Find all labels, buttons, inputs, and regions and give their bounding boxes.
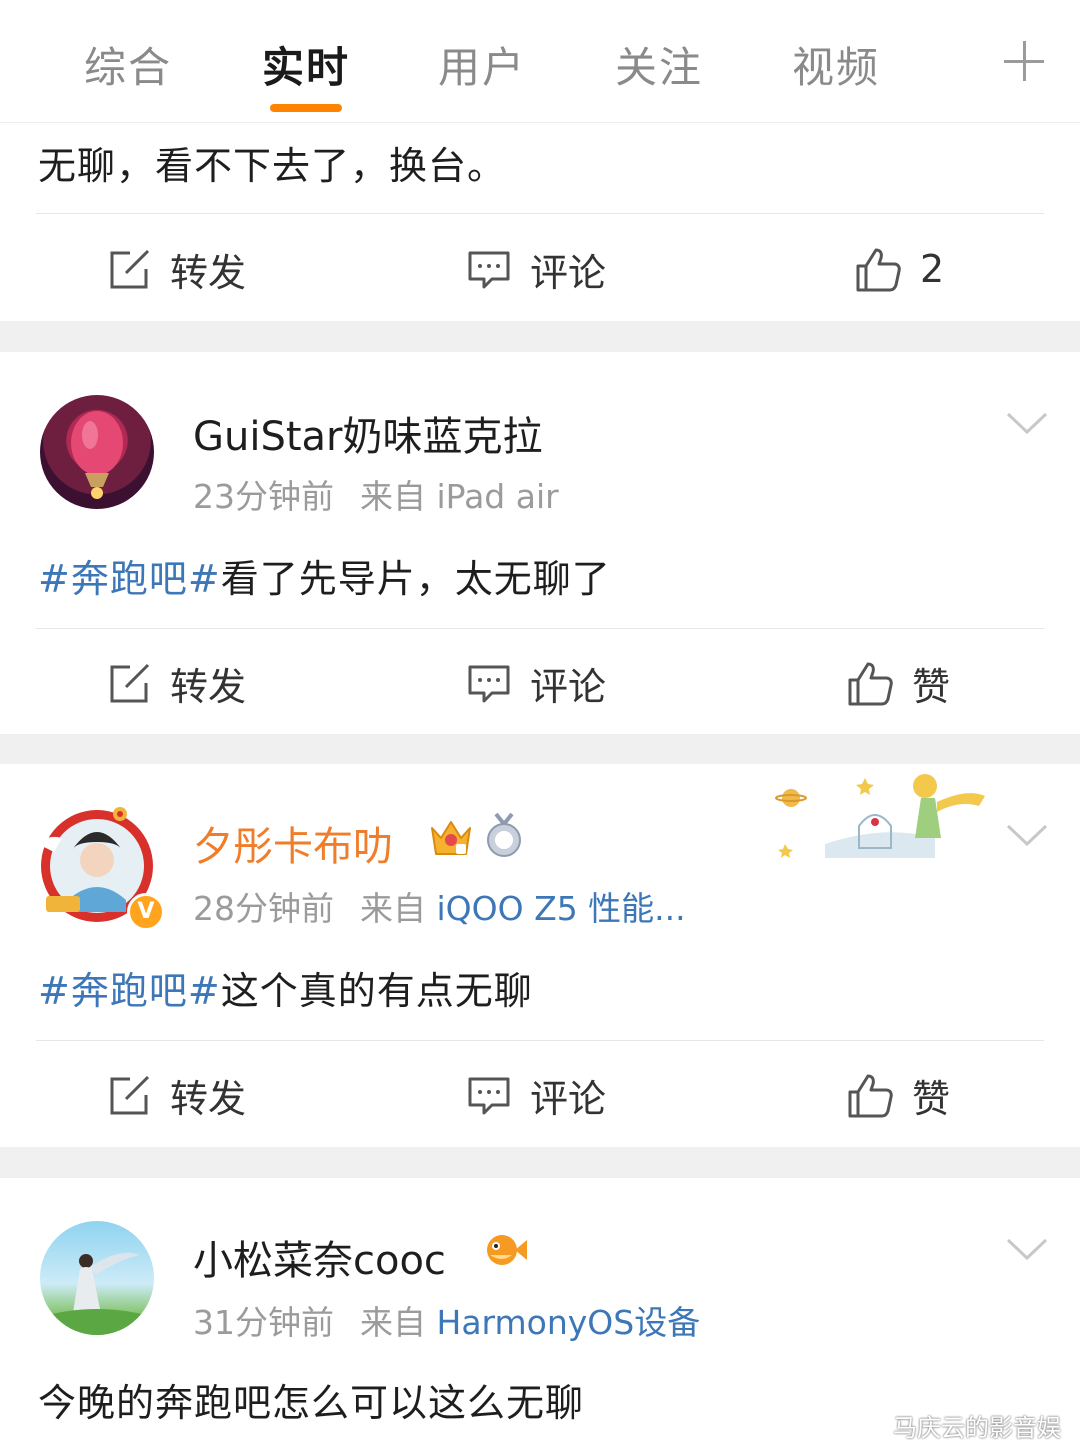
divider — [36, 628, 1044, 629]
avatar[interactable] — [40, 395, 154, 509]
post-body: 这个真的有点无聊 — [220, 969, 533, 1013]
chevron-down-icon[interactable] — [1006, 1238, 1048, 1262]
thumbs-up-icon — [848, 662, 893, 706]
share-icon — [110, 663, 150, 703]
like-button[interactable]: 赞 — [846, 1065, 950, 1125]
thumbs-up-icon — [856, 248, 901, 292]
like-label: 赞 — [912, 1076, 951, 1121]
post-time: 28分钟前 — [193, 889, 334, 928]
source-prefix: 来自 — [360, 1303, 426, 1342]
tab-video[interactable]: 视频 — [792, 34, 880, 95]
avatar[interactable]: V — [32, 800, 165, 931]
avatar[interactable] — [40, 1221, 154, 1335]
tab-following[interactable]: 关注 — [615, 34, 703, 95]
post-text: 无聊，看不下去了，换台。 — [38, 144, 507, 188]
post-text: #奔跑吧#看了先导片，太无聊了 — [38, 548, 611, 603]
comment-button[interactable]: 评论 — [466, 239, 606, 299]
post-meta: 23分钟前 来自 iPad air — [193, 470, 559, 518]
repost-button[interactable]: 转发 — [106, 653, 246, 713]
repost-label: 转发 — [170, 1076, 247, 1121]
post-meta: 31分钟前 来自 HarmonyOS设备 — [193, 1296, 700, 1344]
username[interactable]: GuiStar奶味蓝克拉 — [193, 404, 543, 462]
post-source-link[interactable]: HarmonyOS设备 — [437, 1303, 701, 1342]
chevron-down-icon[interactable] — [1006, 412, 1048, 436]
thumbs-up-icon — [848, 1074, 893, 1118]
plus-icon[interactable] — [1004, 41, 1044, 81]
active-tab-indicator — [270, 104, 342, 112]
comment-icon — [468, 1077, 510, 1115]
pufferfish-icon — [487, 1235, 527, 1265]
comment-label: 评论 — [530, 664, 607, 709]
comment-button[interactable]: 评论 — [466, 653, 606, 713]
username[interactable]: 夕彤卡布叻 — [193, 814, 393, 872]
post-text: 今晚的奔跑吧怎么可以这么无聊 — [38, 1381, 585, 1425]
like-label: 赞 — [912, 664, 951, 709]
divider — [36, 1040, 1044, 1041]
post-time: 23分钟前 — [193, 477, 334, 516]
divider — [36, 213, 1044, 214]
source-prefix: 来自 — [360, 477, 426, 516]
balloon-image — [71, 411, 123, 499]
tab-realtime[interactable]: 实时 — [262, 34, 350, 95]
feed-separator — [0, 321, 1080, 352]
post-card: 无聊，看不下去了，换台。 转发 评论 2 — [0, 123, 1080, 321]
topic-link[interactable]: #奔跑吧# — [38, 969, 221, 1013]
share-icon — [110, 249, 150, 289]
topic-link[interactable]: #奔跑吧# — [38, 557, 221, 601]
little-prince-card-decoration — [775, 774, 985, 858]
comment-icon — [468, 251, 510, 289]
woman-in-field-image — [40, 1252, 154, 1335]
chevron-down-icon[interactable] — [1006, 824, 1048, 848]
crown-icon — [431, 821, 471, 855]
comment-label: 评论 — [530, 1076, 607, 1121]
top-tab-bar: 综合 实时 用户 关注 视频 — [0, 0, 1080, 123]
repost-label: 转发 — [170, 250, 247, 295]
post-body: 看了先导片，太无聊了 — [220, 557, 611, 601]
post-time: 31分钟前 — [193, 1303, 334, 1342]
post-card: GuiStar奶味蓝克拉 23分钟前 来自 iPad air #奔跑吧#看了先导片… — [0, 352, 1080, 734]
post-source-link[interactable]: iQOO Z5 性能... — [437, 889, 686, 928]
source-prefix: 来自 — [360, 889, 426, 928]
comment-icon — [468, 665, 510, 703]
comment-button[interactable]: 评论 — [466, 1065, 606, 1125]
post-meta: 28分钟前 来自 iQOO Z5 性能... — [193, 882, 686, 930]
repost-button[interactable]: 转发 — [106, 1065, 246, 1125]
feed-separator — [0, 734, 1080, 764]
tab-comprehensive[interactable]: 综合 — [84, 34, 172, 95]
like-button[interactable]: 赞 — [846, 653, 950, 713]
comment-label: 评论 — [530, 250, 607, 295]
tab-users[interactable]: 用户 — [438, 34, 526, 95]
post-card: V 夕彤卡布叻 28分钟前 来自 iQOO Z5 性能... #奔跑吧#这个真的有… — [0, 764, 1080, 1147]
watermark-text: 马庆云的影音娱 — [893, 1414, 1061, 1442]
verified-badge: V — [127, 893, 165, 931]
post-source: iPad air — [436, 477, 559, 516]
share-icon — [110, 1075, 150, 1115]
post-text: #奔跑吧#这个真的有点无聊 — [38, 960, 533, 1015]
like-button[interactable]: 2 — [854, 239, 944, 299]
feed-separator — [0, 1147, 1080, 1178]
repost-label: 转发 — [170, 664, 247, 709]
like-count: 2 — [920, 247, 945, 291]
username[interactable]: 小松菜奈cooc — [193, 1228, 446, 1286]
medal-icon — [487, 812, 521, 857]
repost-button[interactable]: 转发 — [106, 239, 246, 299]
